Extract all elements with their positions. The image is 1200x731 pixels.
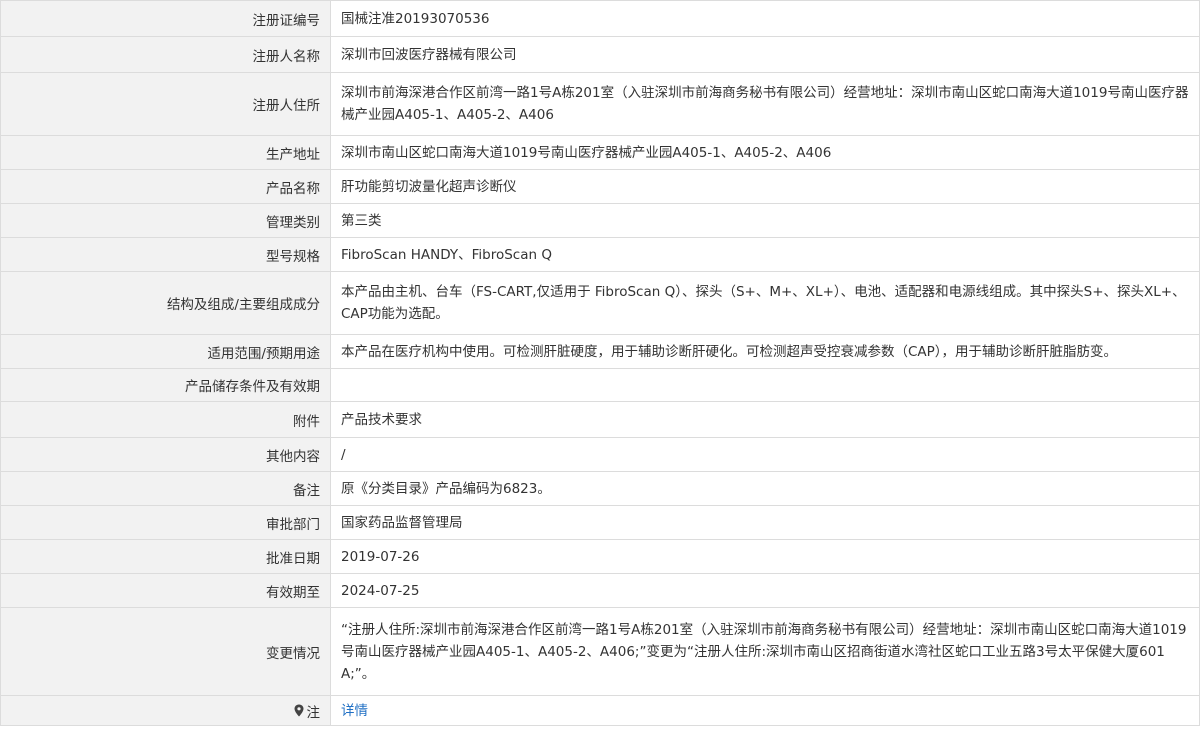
value-text: 产品技术要求 [341,411,422,428]
row-structure-composition: 结构及组成/主要组成成分 本产品由主机、台车（FS-CART,仅适用于 Fibr… [1,272,1200,335]
field-label: 结构及组成/主要组成成分 [1,272,331,334]
field-value: “注册人住所:深圳市前海深港合作区前湾一路1号A栋201室（入驻深圳市前海商务秘… [331,608,1200,695]
value-text: 深圳市回波医疗器械有限公司 [341,46,517,63]
field-value: 深圳市回波医疗器械有限公司 [331,37,1200,72]
field-label: 审批部门 [1,506,331,539]
field-label: 注 [1,696,331,725]
row-intended-use: 适用范围/预期用途 本产品在医疗机构中使用。可检测肝脏硬度，用于辅助诊断肝硬化。… [1,335,1200,369]
field-label: 其他内容 [1,438,331,471]
value-text: FibroScan HANDY、FibroScan Q [341,246,552,263]
field-label: 注册人住所 [1,73,331,135]
value-text: 国械注准20193070536 [341,10,490,27]
field-value: 2024-07-25 [331,574,1200,607]
row-storage-conditions: 产品储存条件及有效期 [1,369,1200,402]
field-label: 变更情况 [1,608,331,695]
row-model-spec: 型号规格 FibroScan HANDY、FibroScan Q [1,238,1200,272]
field-label: 注册证编号 [1,1,331,36]
registration-details-table: 注册证编号 国械注准20193070536 注册人名称 深圳市回波医疗器械有限公… [0,0,1200,726]
value-text: 深圳市前海深港合作区前湾一路1号A栋201室（入驻深圳市前海商务秘书有限公司）经… [341,85,1189,123]
value-text: 2024-07-25 [341,582,420,599]
field-value: / [331,438,1200,471]
field-value: 深圳市前海深港合作区前湾一路1号A栋201室（入驻深圳市前海商务秘书有限公司）经… [331,73,1200,135]
note-label: 注 [306,704,321,721]
field-value: 肝功能剪切波量化超声诊断仪 [331,170,1200,203]
value-text: 深圳市南山区蛇口南海大道1019号南山医疗器械产业园A405-1、A405-2、… [341,144,832,161]
value-text: / [341,446,346,463]
row-attachment: 附件 产品技术要求 [1,402,1200,438]
value-text: “注册人住所:深圳市前海深港合作区前湾一路1号A栋201室（入驻深圳市前海商务秘… [341,621,1187,682]
value-text: 本产品由主机、台车（FS-CART,仅适用于 FibroScan Q）、探头（S… [341,284,1186,322]
details-link[interactable]: 详情 [341,700,368,722]
field-label: 型号规格 [1,238,331,271]
field-value: 第三类 [331,204,1200,237]
field-label: 有效期至 [1,574,331,607]
field-value [331,369,1200,401]
field-value: 本产品由主机、台车（FS-CART,仅适用于 FibroScan Q）、探头（S… [331,272,1200,334]
field-label: 注册人名称 [1,37,331,72]
value-text: 第三类 [341,212,382,229]
field-label: 适用范围/预期用途 [1,335,331,368]
row-remarks: 备注 原《分类目录》产品编码为6823。 [1,472,1200,506]
row-other-content: 其他内容 / [1,438,1200,472]
field-value: 深圳市南山区蛇口南海大道1019号南山医疗器械产业园A405-1、A405-2、… [331,136,1200,169]
field-label: 产品储存条件及有效期 [1,369,331,401]
field-value: 国械注准20193070536 [331,1,1200,36]
field-value: 详情 [331,696,1200,725]
row-product-name: 产品名称 肝功能剪切波量化超声诊断仪 [1,170,1200,204]
row-management-category: 管理类别 第三类 [1,204,1200,238]
value-text: 肝功能剪切波量化超声诊断仪 [341,178,517,195]
field-label: 产品名称 [1,170,331,203]
field-label: 附件 [1,402,331,437]
value-text: 原《分类目录》产品编码为6823。 [341,480,551,497]
field-value: 原《分类目录》产品编码为6823。 [331,472,1200,505]
value-text: 2019-07-26 [341,548,420,565]
field-value: FibroScan HANDY、FibroScan Q [331,238,1200,271]
field-value: 2019-07-26 [331,540,1200,573]
row-valid-until: 有效期至 2024-07-25 [1,574,1200,608]
row-registrant-name: 注册人名称 深圳市回波医疗器械有限公司 [1,37,1200,73]
field-value: 产品技术要求 [331,402,1200,437]
field-label: 批准日期 [1,540,331,573]
field-label: 备注 [1,472,331,505]
field-label: 管理类别 [1,204,331,237]
row-approval-date: 批准日期 2019-07-26 [1,540,1200,574]
value-text: 国家药品监督管理局 [341,514,463,531]
row-production-address: 生产地址 深圳市南山区蛇口南海大道1019号南山医疗器械产业园A405-1、A4… [1,136,1200,170]
field-value: 国家药品监督管理局 [331,506,1200,539]
field-label: 生产地址 [1,136,331,169]
row-approval-department: 审批部门 国家药品监督管理局 [1,506,1200,540]
row-registration-number: 注册证编号 国械注准20193070536 [1,1,1200,37]
value-text: 本产品在医疗机构中使用。可检测肝脏硬度，用于辅助诊断肝硬化。可检测超声受控衰减参… [341,343,1118,360]
field-value: 本产品在医疗机构中使用。可检测肝脏硬度，用于辅助诊断肝硬化。可检测超声受控衰减参… [331,335,1200,368]
row-note: 注 详情 [1,696,1200,726]
location-pin-icon [294,704,303,717]
row-registrant-address: 注册人住所 深圳市前海深港合作区前湾一路1号A栋201室（入驻深圳市前海商务秘书… [1,73,1200,136]
row-change-history: 变更情况 “注册人住所:深圳市前海深港合作区前湾一路1号A栋201室（入驻深圳市… [1,608,1200,696]
